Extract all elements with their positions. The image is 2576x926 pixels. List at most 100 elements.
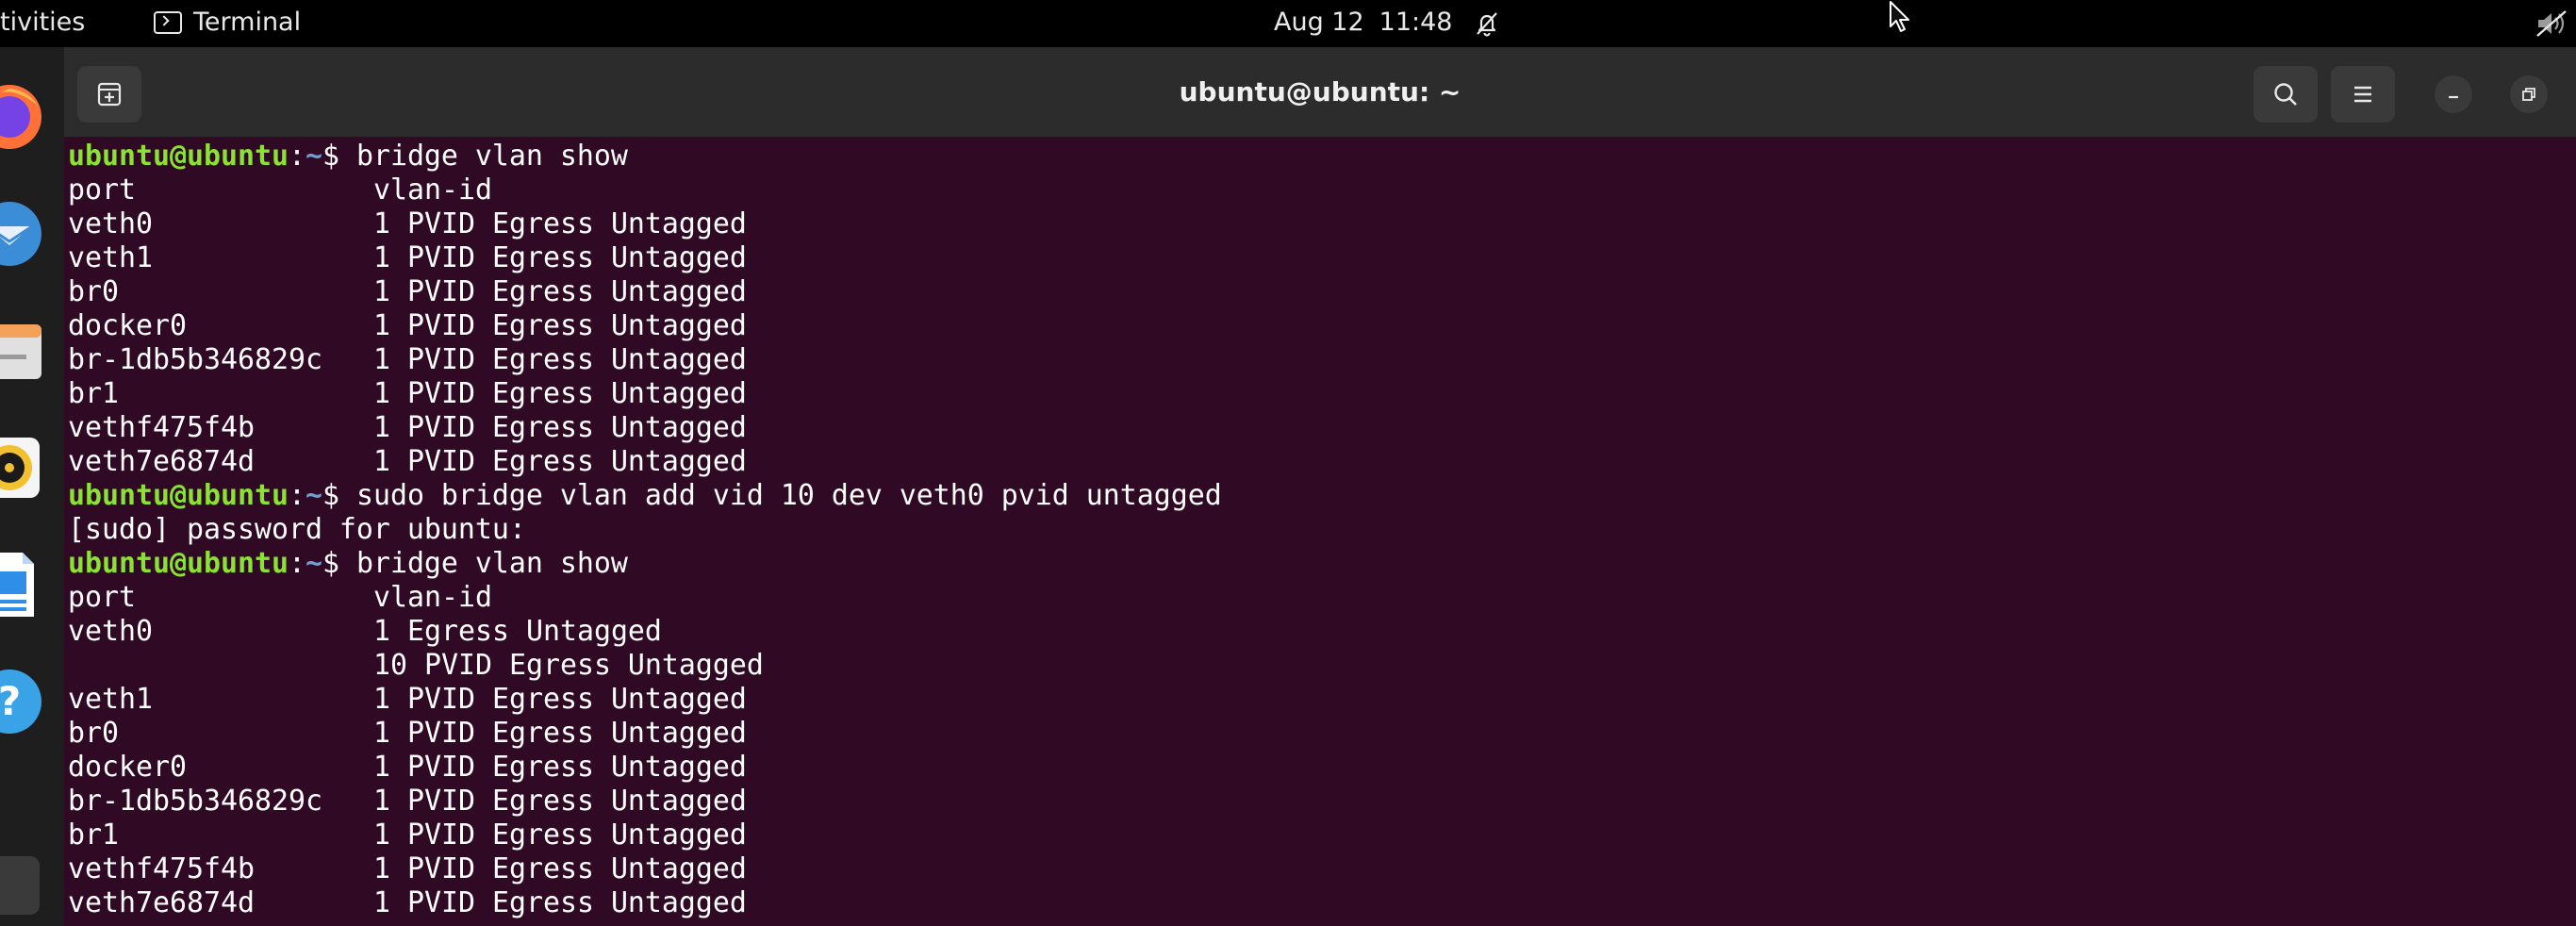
port-cell: br-1db5b346829c: [68, 785, 322, 818]
vlan-table-row: br1 1 PVID Egress Untagged: [68, 819, 2567, 852]
port-cell: veth7e6874d: [68, 886, 255, 919]
port-cell: port: [68, 174, 136, 207]
prompt-user: ubuntu@ubuntu: [68, 479, 289, 512]
vlan-table-row: veth0 1 PVID Egress Untagged: [68, 207, 2567, 241]
vlan-cell: 1 PVID Egress Untagged: [373, 241, 747, 274]
terminal-output[interactable]: ubuntu@ubuntu:~$ bridge vlan show port vla…: [68, 138, 2567, 926]
search-button[interactable]: [2254, 66, 2318, 123]
vlan-table-row: 10 PVID Egress Untagged: [68, 649, 2567, 683]
libreoffice-writer-icon[interactable]: [0, 539, 43, 630]
vlan-cell: 1 PVID Egress Untagged: [373, 785, 747, 818]
prompt-symbol: $: [322, 140, 356, 173]
port-cell: br0: [68, 717, 119, 750]
clock-time: 11:48: [1379, 8, 1453, 37]
port-cell: vethf475f4b: [68, 411, 255, 444]
bell-off-icon[interactable]: [1473, 9, 1501, 38]
command-text: sudo bridge vlan add vid 10 dev veth0 pv…: [355, 479, 1222, 512]
new-tab-icon: [97, 82, 122, 107]
port-cell: docker0: [68, 751, 187, 784]
port-cell: veth0: [68, 207, 153, 240]
port-cell: veth1: [68, 241, 153, 274]
output-line: [sudo] password for ubuntu:: [68, 513, 526, 546]
vlan-cell: 1 PVID Egress Untagged: [373, 886, 747, 919]
firefox-icon[interactable]: [0, 72, 43, 162]
vlan-cell: 1 PVID Egress Untagged: [373, 411, 747, 444]
app-menu-terminal[interactable]: Terminal: [154, 8, 301, 37]
vlan-cell: 1 PVID Egress Untagged: [373, 275, 747, 308]
vlan-table-row: br1 1 PVID Egress Untagged: [68, 377, 2567, 411]
vlan-table-row: veth7e6874d 1 PVID Egress Untagged: [68, 886, 2567, 920]
prompt-separator: :: [288, 547, 305, 580]
vlan-cell: 1 PVID Egress Untagged: [373, 343, 747, 376]
vlan-cell: vlan-id: [373, 581, 492, 614]
clock-date: Aug 12: [1274, 8, 1364, 37]
thunderbird-icon[interactable]: [0, 189, 43, 279]
vlan-cell: 1 PVID Egress Untagged: [373, 683, 747, 716]
vlan-table-row: veth7e6874d 1 PVID Egress Untagged: [68, 445, 2567, 479]
port-cell: veth1: [68, 683, 153, 716]
port-cell: br-1db5b346829c: [68, 343, 322, 376]
vlan-table-row: br0 1 PVID Egress Untagged: [68, 717, 2567, 751]
prompt-line: ubuntu@ubuntu:~$ bridge vlan show: [68, 140, 2567, 174]
port-cell: br0: [68, 275, 119, 308]
hamburger-menu-icon: [2354, 86, 2371, 103]
vlan-cell: 1 PVID Egress Untagged: [373, 207, 747, 240]
command-text: bridge vlan show: [355, 547, 628, 580]
vlan-table-row: docker0 1 PVID Egress Untagged: [68, 751, 2567, 785]
prompt-separator: :: [288, 479, 305, 512]
header-bar: ubuntu@ubuntu: ~: [64, 47, 2576, 138]
prompt-line: ubuntu@ubuntu:~$ bridge vlan show: [68, 547, 2567, 581]
minimize-button[interactable]: [2435, 75, 2472, 113]
prompt-line: ubuntu@ubuntu:~$ sudo bridge vlan add vi…: [68, 479, 2567, 513]
port-cell: veth7e6874d: [68, 445, 255, 478]
prompt-separator: :: [288, 140, 305, 173]
svg-text:?: ?: [0, 678, 21, 724]
minimize-icon: [2449, 95, 2458, 99]
clock-button[interactable]: Aug 12 11:48: [1274, 8, 1452, 37]
menu-button[interactable]: [2331, 66, 2395, 123]
files-icon[interactable]: [0, 306, 43, 396]
vlan-cell: vlan-id: [373, 174, 492, 207]
vlan-table-row: veth1 1 PVID Egress Untagged: [68, 241, 2567, 275]
prompt-user: ubuntu@ubuntu: [68, 547, 289, 580]
port-cell: vethf475f4b: [68, 852, 255, 885]
vlan-table-row: vethf475f4b 1 PVID Egress Untagged: [68, 411, 2567, 445]
vlan-table-row: veth0 1 Egress Untagged: [68, 615, 2567, 649]
vlan-cell: 1 PVID Egress Untagged: [373, 819, 747, 852]
port-cell: br1: [68, 819, 119, 852]
help-icon[interactable]: ?: [0, 656, 43, 747]
prompt-user: ubuntu@ubuntu: [68, 140, 289, 173]
vlan-table-row: br0 1 PVID Egress Untagged: [68, 275, 2567, 309]
vlan-cell: 1 PVID Egress Untagged: [373, 852, 747, 885]
vlan-table-row: port vlan-id: [68, 581, 2567, 615]
search-icon: [2274, 83, 2297, 106]
mouse-pointer-icon: [1890, 1, 1909, 32]
port-cell: port: [68, 581, 136, 614]
vlan-table-row: port vlan-id: [68, 174, 2567, 207]
show-apps-icon[interactable]: [0, 830, 43, 920]
maximize-icon: [2522, 88, 2535, 101]
vlan-cell: 1 PVID Egress Untagged: [373, 377, 747, 410]
vlan-cell: 1 Egress Untagged: [373, 615, 662, 648]
command-text: bridge vlan show: [355, 140, 628, 173]
vlan-table-row: br-1db5b346829c 1 PVID Egress Untagged: [68, 343, 2567, 377]
prompt-symbol: $: [322, 547, 356, 580]
vlan-table-row: vethf475f4b 1 PVID Egress Untagged: [68, 852, 2567, 886]
vlan-table-row: veth1 1 PVID Egress Untagged: [68, 683, 2567, 717]
activities-button[interactable]: tivities: [0, 8, 85, 37]
vlan-cell: 1 PVID Egress Untagged: [373, 751, 747, 784]
prompt-symbol: $: [322, 479, 356, 512]
vlan-cell: 1 PVID Egress Untagged: [373, 717, 747, 750]
port-cell: docker0: [68, 309, 187, 342]
port-cell: br1: [68, 377, 119, 410]
window-title: ubuntu@ubuntu: ~: [1179, 76, 1461, 107]
vlan-table-row: docker0 1 PVID Egress Untagged: [68, 309, 2567, 343]
new-tab-button[interactable]: [77, 66, 141, 123]
terminal-icon: [154, 10, 182, 34]
speaker-muted-icon[interactable]: [2535, 9, 2568, 38]
prompt-path: ~: [305, 479, 322, 512]
vlan-cell: 10 PVID Egress Untagged: [373, 649, 764, 682]
vlan-cell: 1 PVID Egress Untagged: [373, 445, 747, 478]
rhythmbox-icon[interactable]: [0, 422, 43, 513]
maximize-button[interactable]: [2510, 75, 2548, 113]
